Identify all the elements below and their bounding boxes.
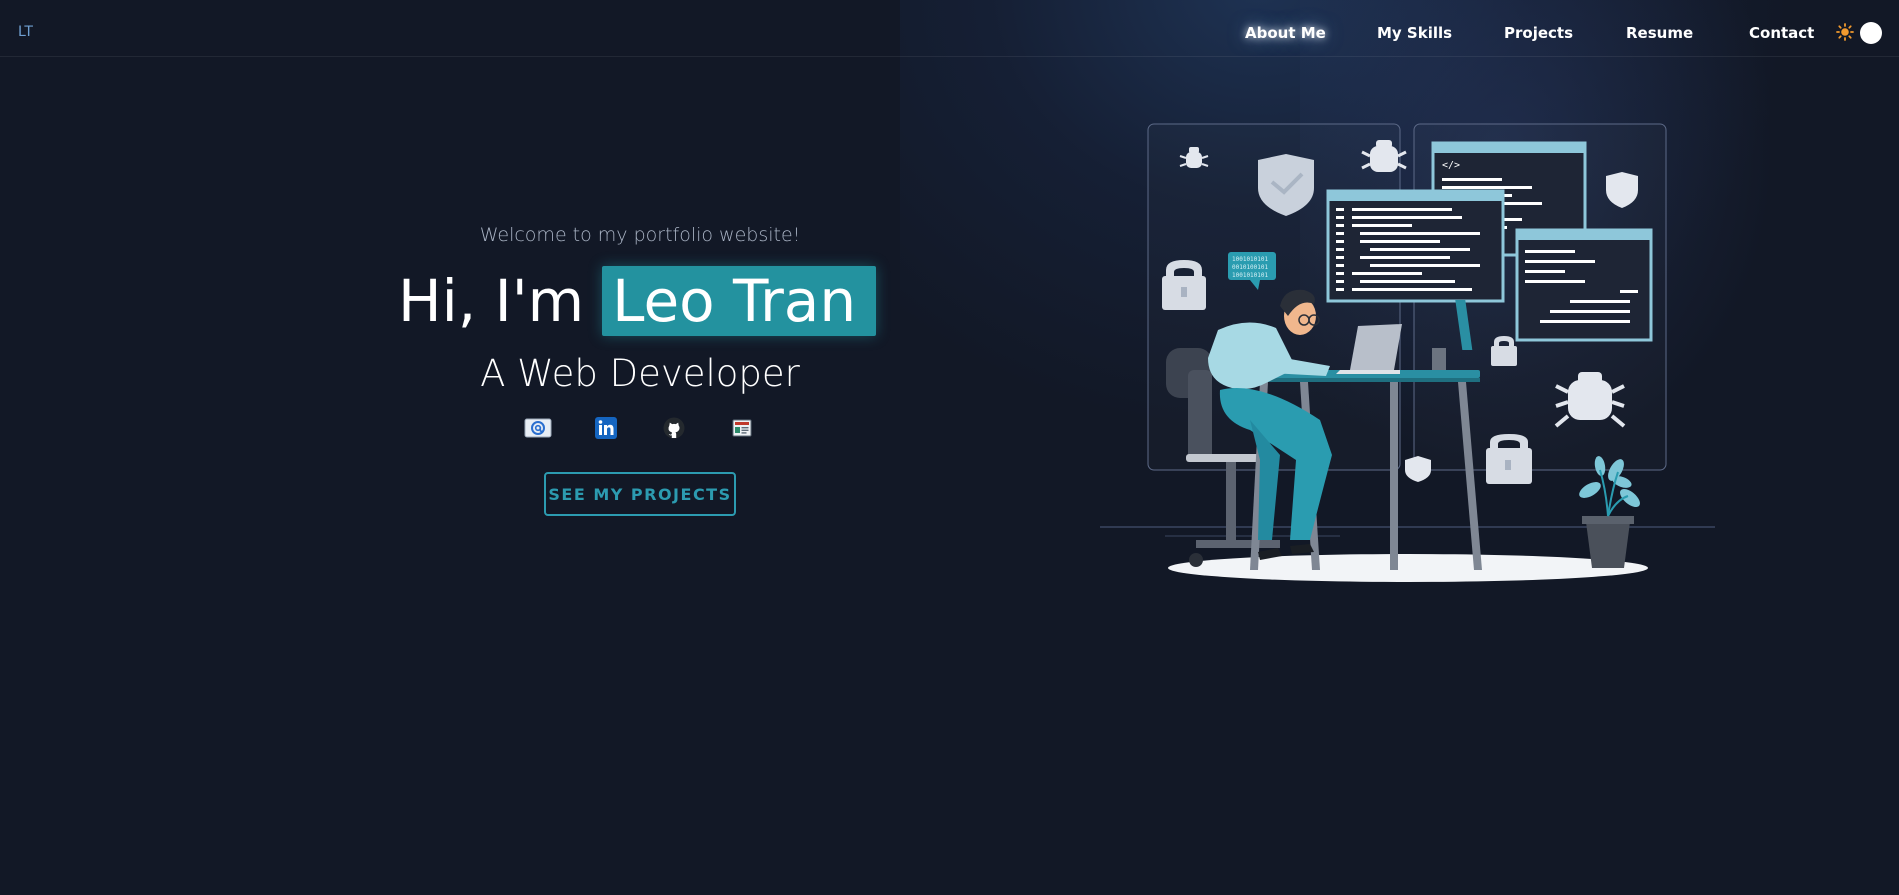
welcome-text: Welcome to my portfolio website! bbox=[479, 224, 801, 246]
resume-icon[interactable] bbox=[728, 417, 756, 439]
svg-text:0010100101: 0010100101 bbox=[1232, 264, 1269, 271]
greeting-prefix: Hi, I'm bbox=[398, 267, 585, 335]
see-projects-button[interactable]: SEE MY PROJECTS bbox=[544, 472, 736, 516]
nav-item-about-me[interactable]: About Me bbox=[1245, 24, 1326, 42]
theme-toggle[interactable] bbox=[1860, 22, 1882, 44]
email-icon[interactable] bbox=[524, 417, 552, 439]
sun-icon[interactable] bbox=[1836, 23, 1854, 41]
nav-item-my-skills[interactable]: My Skills bbox=[1377, 24, 1452, 42]
developer-name: Leo Tran bbox=[612, 267, 857, 335]
svg-text:1001010101: 1001010101 bbox=[1232, 272, 1269, 279]
nav-item-contact[interactable]: Contact bbox=[1749, 24, 1814, 42]
hero-subtitle: A Web Developer bbox=[480, 352, 800, 395]
navbar: LT About Me My Skills Projects Resume Co… bbox=[0, 0, 1899, 57]
nav-item-projects[interactable]: Projects bbox=[1504, 24, 1573, 42]
github-icon[interactable] bbox=[660, 417, 688, 439]
svg-text:</>: </> bbox=[1442, 160, 1460, 171]
hero-heading: Hi, I'm Leo Tran bbox=[398, 264, 877, 338]
svg-text:1001010101: 1001010101 bbox=[1232, 256, 1269, 263]
linkedin-icon[interactable] bbox=[592, 417, 620, 439]
code-window bbox=[1515, 228, 1653, 342]
developer-illustration: </> 1001010101 0010100101 1001010101 bbox=[1100, 123, 1715, 582]
logo[interactable]: LT bbox=[18, 24, 33, 40]
name-highlight: Leo Tran bbox=[602, 266, 877, 336]
code-window bbox=[1326, 189, 1505, 303]
nav-item-resume[interactable]: Resume bbox=[1626, 24, 1693, 42]
